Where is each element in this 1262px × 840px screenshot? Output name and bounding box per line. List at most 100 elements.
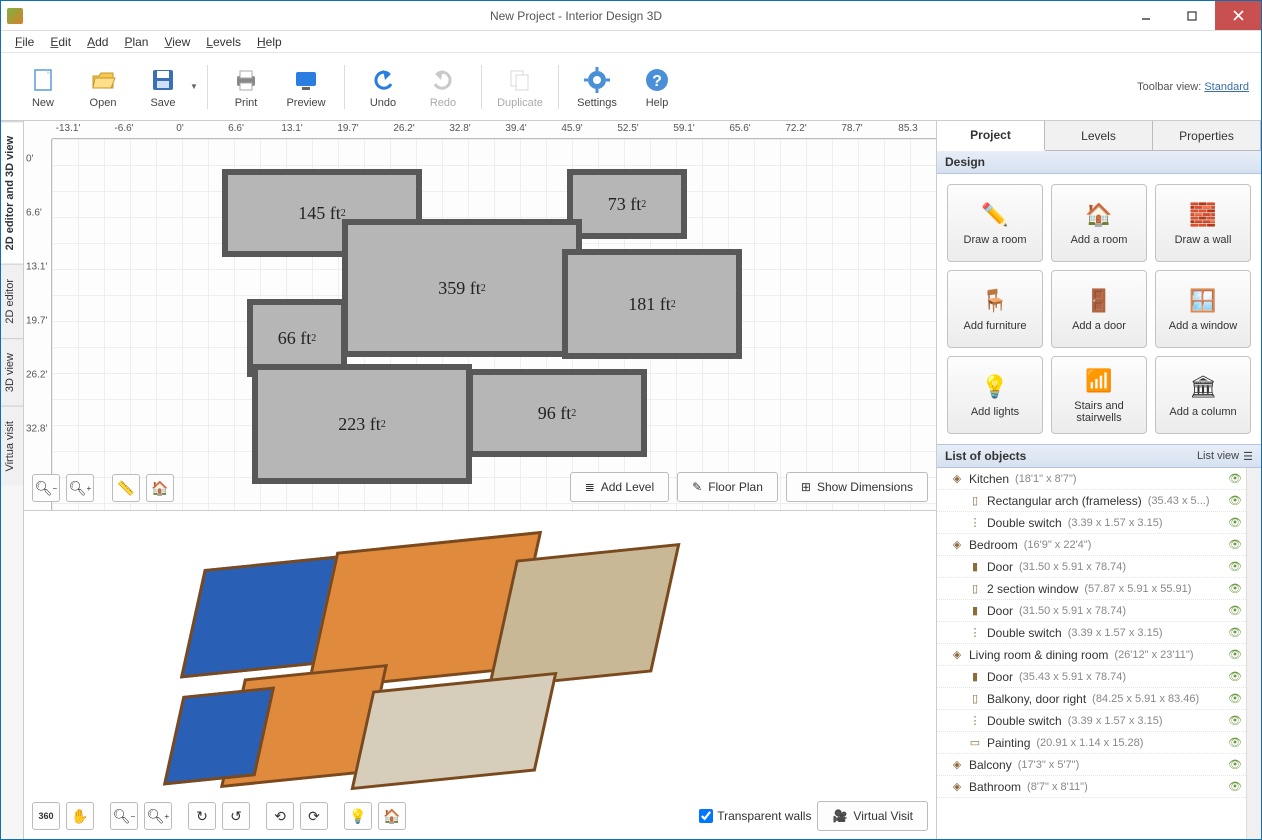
design-add-a-door[interactable]: 🚪Add a door <box>1051 270 1147 348</box>
room[interactable]: 359 ft2 <box>342 219 582 357</box>
floorplan[interactable]: 145 ft273 ft2359 ft2181 ft266 ft2223 ft2… <box>222 169 782 489</box>
visibility-icon[interactable]: 👁 <box>1228 604 1242 617</box>
preview-button[interactable]: Preview <box>276 59 336 115</box>
visibility-icon[interactable]: 👁 <box>1228 582 1242 595</box>
object-row[interactable]: ◈Kitchen(18'1" x 8'7")👁 <box>937 468 1246 490</box>
object-row[interactable]: ▯2 section window(57.87 x 5.91 x 55.91)👁 <box>937 578 1246 600</box>
menu-add[interactable]: Add <box>79 33 116 51</box>
zoom-in-icon[interactable]: 🔍︎+ <box>66 474 94 502</box>
design-add-a-window[interactable]: 🪟Add a window <box>1155 270 1251 348</box>
menu-view[interactable]: View <box>156 33 198 51</box>
left-tab-0[interactable]: 2D editor and 3D view <box>1 121 23 264</box>
rotate-360-icon[interactable]: 360 <box>32 802 60 830</box>
visibility-icon[interactable]: 👁 <box>1228 472 1242 485</box>
left-tab-2[interactable]: 3D view <box>1 338 23 406</box>
visibility-icon[interactable]: 👁 <box>1228 516 1242 529</box>
left-tab-1[interactable]: 2D editor <box>1 264 23 338</box>
design-draw-a-wall[interactable]: 🧱Draw a wall <box>1155 184 1251 262</box>
help-button[interactable]: ?Help <box>627 59 687 115</box>
right-tab-properties[interactable]: Properties <box>1153 121 1261 150</box>
object-row[interactable]: ▮Door(31.50 x 5.91 x 78.74)👁 <box>937 556 1246 578</box>
visibility-icon[interactable]: 👁 <box>1228 714 1242 727</box>
canvas-2d[interactable]: 145 ft273 ft2359 ft2181 ft266 ft2223 ft2… <box>52 139 936 510</box>
visibility-icon[interactable]: 👁 <box>1228 758 1242 771</box>
save-button[interactable]: Save <box>133 59 193 115</box>
design-add-a-column[interactable]: 🏛Add a column <box>1155 356 1251 434</box>
menu-levels[interactable]: Levels <box>198 33 249 51</box>
object-row[interactable]: ▮Door(31.50 x 5.91 x 78.74)👁 <box>937 600 1246 622</box>
redo-icon <box>428 65 458 95</box>
pan-icon[interactable]: ✋ <box>66 802 94 830</box>
design-add-furniture[interactable]: 🪑Add furniture <box>947 270 1043 348</box>
editor-2d[interactable]: -13.1'-6.6'0'6.6'13.1'19.7'26.2'32.8'39.… <box>24 121 936 511</box>
zoom-out-3d-icon[interactable]: 🔍︎− <box>110 802 138 830</box>
room[interactable]: 73 ft2 <box>567 169 687 239</box>
object-row[interactable]: ▯Balkony, door right(84.25 x 5.91 x 83.4… <box>937 688 1246 710</box>
maximize-button[interactable] <box>1169 1 1215 30</box>
design-add-a-room[interactable]: 🏠Add a room <box>1051 184 1147 262</box>
room[interactable]: 96 ft2 <box>467 369 647 457</box>
object-row[interactable]: ◈Bedroom(16'9" x 22'4")👁 <box>937 534 1246 556</box>
toolbar-view-link[interactable]: Standard <box>1204 81 1249 93</box>
close-button[interactable] <box>1215 1 1261 30</box>
new-button[interactable]: New <box>13 59 73 115</box>
room[interactable]: 181 ft2 <box>562 249 742 359</box>
visibility-icon[interactable]: 👁 <box>1228 670 1242 683</box>
menu-help[interactable]: Help <box>249 33 290 51</box>
render-3d[interactable] <box>154 521 714 821</box>
object-row[interactable]: ▭Painting(20.91 x 1.14 x 15.28)👁 <box>937 732 1246 754</box>
print-button[interactable]: Print <box>216 59 276 115</box>
visibility-icon[interactable]: 👁 <box>1228 692 1242 705</box>
design-add-lights[interactable]: 💡Add lights <box>947 356 1043 434</box>
visibility-icon[interactable]: 👁 <box>1228 560 1242 573</box>
undo-button[interactable]: Undo <box>353 59 413 115</box>
zoom-in-3d-icon[interactable]: 🔍︎+ <box>144 802 172 830</box>
settings-button[interactable]: Settings <box>567 59 627 115</box>
add-level-button[interactable]: ≣Add Level <box>570 472 669 502</box>
tilt-left-icon[interactable]: ⟲ <box>266 802 294 830</box>
zoom-out-icon[interactable]: 🔍︎− <box>32 474 60 502</box>
object-list[interactable]: ◈Kitchen(18'1" x 8'7")👁▯Rectangular arch… <box>937 468 1246 839</box>
visibility-icon[interactable]: 👁 <box>1228 780 1242 793</box>
tilt-right-icon[interactable]: ⟳ <box>300 802 328 830</box>
visibility-icon[interactable]: 👁 <box>1228 736 1242 749</box>
floor-plan-button[interactable]: ✎Floor Plan <box>677 472 778 502</box>
object-row[interactable]: ⋮Double switch(3.39 x 1.57 x 3.15)👁 <box>937 512 1246 534</box>
object-row[interactable]: ⋮Double switch(3.39 x 1.57 x 3.15)👁 <box>937 622 1246 644</box>
list-view-toggle[interactable]: List view ☰ <box>1197 450 1253 463</box>
visibility-icon[interactable]: 👁 <box>1228 538 1242 551</box>
minimize-button[interactable] <box>1123 1 1169 30</box>
open-button[interactable]: Open <box>73 59 133 115</box>
object-row[interactable]: ▮Door(35.43 x 5.91 x 78.74)👁 <box>937 666 1246 688</box>
home-3d-icon[interactable]: 🏠 <box>378 802 406 830</box>
scrollbar[interactable] <box>1246 468 1261 839</box>
object-row[interactable]: ◈Balcony(17'3" x 5'7")👁 <box>937 754 1246 776</box>
rotate-cw-icon[interactable]: ↻ <box>188 802 216 830</box>
visibility-icon[interactable]: 👁 <box>1228 648 1242 661</box>
room[interactable]: 223 ft2 <box>252 364 472 484</box>
design-stairs-and-stairwells[interactable]: 📶Stairs and stairwells <box>1051 356 1147 434</box>
right-tab-levels[interactable]: Levels <box>1045 121 1153 150</box>
object-row[interactable]: ▯Rectangular arch (frameless)(35.43 x 5.… <box>937 490 1246 512</box>
design-draw-a-room[interactable]: ✏️Draw a room <box>947 184 1043 262</box>
virtual-visit-button[interactable]: 🎥Virtual Visit <box>817 801 928 831</box>
dropdown-icon[interactable]: ▼ <box>189 82 199 91</box>
object-row[interactable]: ◈Living room & dining room(26'12" x 23'1… <box>937 644 1246 666</box>
right-tab-project[interactable]: Project <box>937 121 1045 151</box>
show-dimensions-button[interactable]: ⊞Show Dimensions <box>786 472 928 502</box>
rotate-ccw-icon[interactable]: ↺ <box>222 802 250 830</box>
home-icon[interactable]: 🏠 <box>146 474 174 502</box>
ruler-icon[interactable]: 📏 <box>112 474 140 502</box>
menu-file[interactable]: File <box>7 33 42 51</box>
left-tab-3[interactable]: Virtua visit <box>1 406 23 486</box>
transparent-walls-checkbox[interactable]: Transparent walls <box>699 809 811 823</box>
editor-3d[interactable]: 360 ✋ 🔍︎− 🔍︎+ ↻ ↺ ⟲ ⟳ 💡 🏠 Transparent wa… <box>24 511 936 839</box>
help-icon: ? <box>642 65 672 95</box>
light-icon[interactable]: 💡 <box>344 802 372 830</box>
visibility-icon[interactable]: 👁 <box>1228 626 1242 639</box>
object-row[interactable]: ⋮Double switch(3.39 x 1.57 x 3.15)👁 <box>937 710 1246 732</box>
object-row[interactable]: ◈Bathroom(8'7" x 8'11")👁 <box>937 776 1246 798</box>
menu-edit[interactable]: Edit <box>42 33 79 51</box>
menu-plan[interactable]: Plan <box>116 33 156 51</box>
visibility-icon[interactable]: 👁 <box>1228 494 1242 507</box>
